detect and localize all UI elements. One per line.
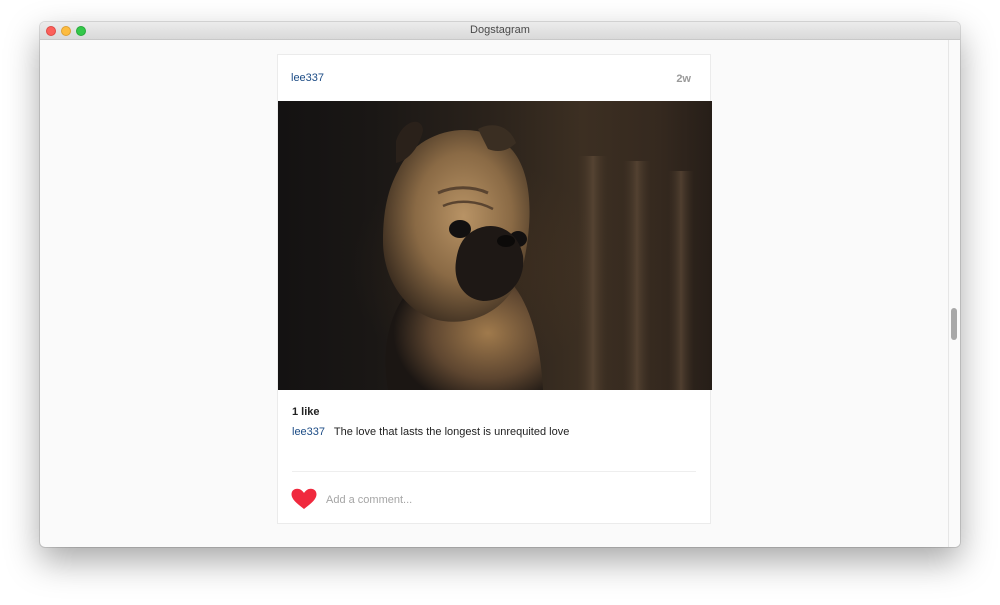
window-title: Dogstagram — [470, 24, 530, 36]
post-timestamp: 2w — [676, 73, 691, 85]
post-card: lee337 2w 1 like lee337 The love that la… — [277, 54, 712, 524]
scrollbar[interactable] — [948, 40, 960, 547]
caption-text: The love that lasts the longest is unreq… — [333, 426, 570, 438]
app-window: Dogstagram lee337 2w 1 like lee337 The l… — [40, 22, 960, 547]
post-username[interactable]: lee337 — [291, 72, 324, 84]
scrollbar-thumb[interactable] — [951, 308, 957, 340]
caption-username[interactable]: lee337 — [292, 426, 325, 438]
likes-count[interactable]: 1 like — [292, 406, 320, 418]
comment-input[interactable] — [326, 492, 686, 508]
comment-divider — [292, 471, 696, 472]
heart-icon[interactable] — [291, 488, 317, 510]
pug-illustration — [383, 121, 694, 390]
post-caption: lee337 The love that lasts the longest i… — [292, 426, 569, 438]
title-bar: Dogstagram — [40, 22, 960, 40]
post-photo[interactable] — [278, 101, 712, 390]
